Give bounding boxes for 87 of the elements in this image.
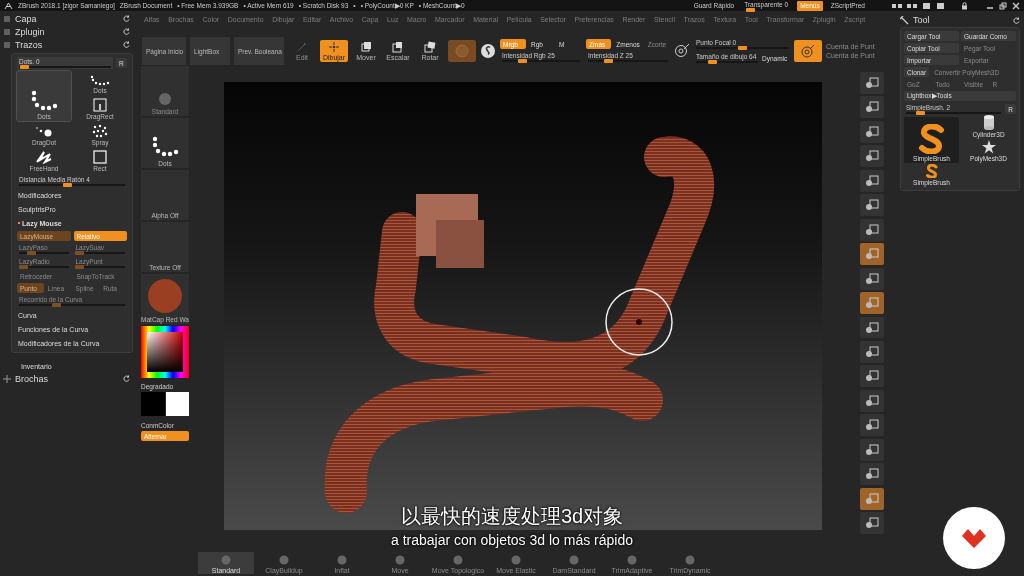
subtitle-text: a trabajar con objetos 3d lo más rápido <box>390 532 633 548</box>
refresh-icon <box>123 15 130 22</box>
slider-thumb[interactable] <box>707 60 717 64</box>
shelf-button[interactable] <box>860 194 884 217</box>
palette-header[interactable]: Trazos <box>0 38 136 51</box>
slider-thumb[interactable] <box>604 59 613 63</box>
logo-icon <box>942 506 1006 570</box>
pencil-icon <box>296 41 308 53</box>
close-icon <box>1012 1 1020 10</box>
palette-title: Zplugin <box>15 26 45 37</box>
slider-thumb[interactable] <box>738 46 747 50</box>
shelf-button[interactable] <box>860 389 884 412</box>
palette-title: Capa <box>15 13 37 24</box>
shelf-button[interactable] <box>860 292 884 315</box>
brush-sphere-icon <box>221 555 231 565</box>
brush-sphere-icon <box>569 555 579 565</box>
palette-title: Trazos <box>15 39 43 50</box>
slider-thumb[interactable] <box>62 183 72 187</box>
dots-trail-icon <box>34 126 54 138</box>
slider-thumb[interactable] <box>745 7 755 12</box>
cylinder-icon <box>981 114 996 130</box>
brush-sphere-icon <box>453 555 463 565</box>
slider-thumb[interactable] <box>517 59 527 63</box>
shelf-button[interactable] <box>860 96 884 119</box>
symmetry-target-icon <box>674 43 690 59</box>
shelf-button[interactable] <box>860 316 884 339</box>
lock-icon <box>961 1 968 10</box>
material-sphere-icon <box>147 278 183 314</box>
rectangle-figure-icon <box>93 98 107 112</box>
palette-header[interactable]: Capa <box>0 12 136 25</box>
shelf-button[interactable] <box>860 72 884 94</box>
dots-stroke-icon <box>89 75 111 86</box>
slider-thumb[interactable] <box>19 65 29 69</box>
hammer-icon <box>900 15 909 25</box>
brush-cursor-icon <box>605 288 673 356</box>
shelf-button[interactable] <box>860 487 884 510</box>
shelf-button[interactable] <box>860 341 884 363</box>
rotate-square-icon <box>424 41 436 53</box>
palette-title: Tool <box>913 15 930 25</box>
star-icon <box>981 140 996 154</box>
color-swatch[interactable] <box>165 392 189 416</box>
palette-header[interactable]: Brochas <box>0 372 136 385</box>
subtitle-text: 以最快的速度处理3d对象 <box>400 504 624 529</box>
shelf-button[interactable] <box>860 218 884 241</box>
move-square-icon <box>360 41 372 53</box>
layout-icon <box>892 2 902 9</box>
brush-sphere-icon <box>279 555 289 565</box>
square-icon <box>93 150 107 164</box>
shelf-button[interactable] <box>860 365 884 388</box>
shelf-button[interactable] <box>860 120 884 143</box>
refresh-icon <box>1013 16 1020 24</box>
s-shape-icon <box>916 124 947 154</box>
shelf-button[interactable] <box>860 512 884 535</box>
zbrush-figure-icon <box>4 1 13 10</box>
palette-title: Brochas <box>15 373 49 384</box>
shelf-button[interactable] <box>860 463 884 486</box>
shelf-button[interactable] <box>860 438 884 461</box>
refresh-icon <box>123 375 130 382</box>
layout-icon <box>907 2 917 9</box>
scale-square-icon <box>392 41 404 53</box>
slider-thumb[interactable] <box>916 111 926 115</box>
canvas[interactable] <box>224 82 822 530</box>
color-swatch[interactable] <box>141 392 165 416</box>
scribble-icon <box>35 150 53 164</box>
s-shape-icon <box>924 164 939 178</box>
target-brush-icon <box>801 44 815 58</box>
shelf-button[interactable] <box>860 414 884 437</box>
brush-sphere-icon <box>627 555 637 565</box>
palette-header[interactable]: Zplugin <box>0 25 136 38</box>
sphere-icon <box>158 92 172 106</box>
shelf-button[interactable] <box>860 243 884 266</box>
shelf-button[interactable] <box>860 267 884 290</box>
color-picker[interactable] <box>141 326 189 378</box>
restore-icon <box>999 1 1007 10</box>
sphere-icon <box>455 44 469 58</box>
s-circle-icon <box>480 43 496 59</box>
brush-sphere-icon <box>395 555 405 565</box>
brush-sphere-icon <box>511 555 521 565</box>
spray-dots-icon <box>92 124 108 138</box>
brush-target-button[interactable] <box>794 40 822 62</box>
brush-dots-icon <box>328 41 340 53</box>
refresh-icon <box>123 28 130 35</box>
brush-sphere-icon <box>337 555 347 565</box>
refresh-icon <box>123 41 130 48</box>
brush-sphere-icon <box>685 555 695 565</box>
shelf-button[interactable] <box>860 169 884 192</box>
shelf-button[interactable] <box>860 145 884 168</box>
